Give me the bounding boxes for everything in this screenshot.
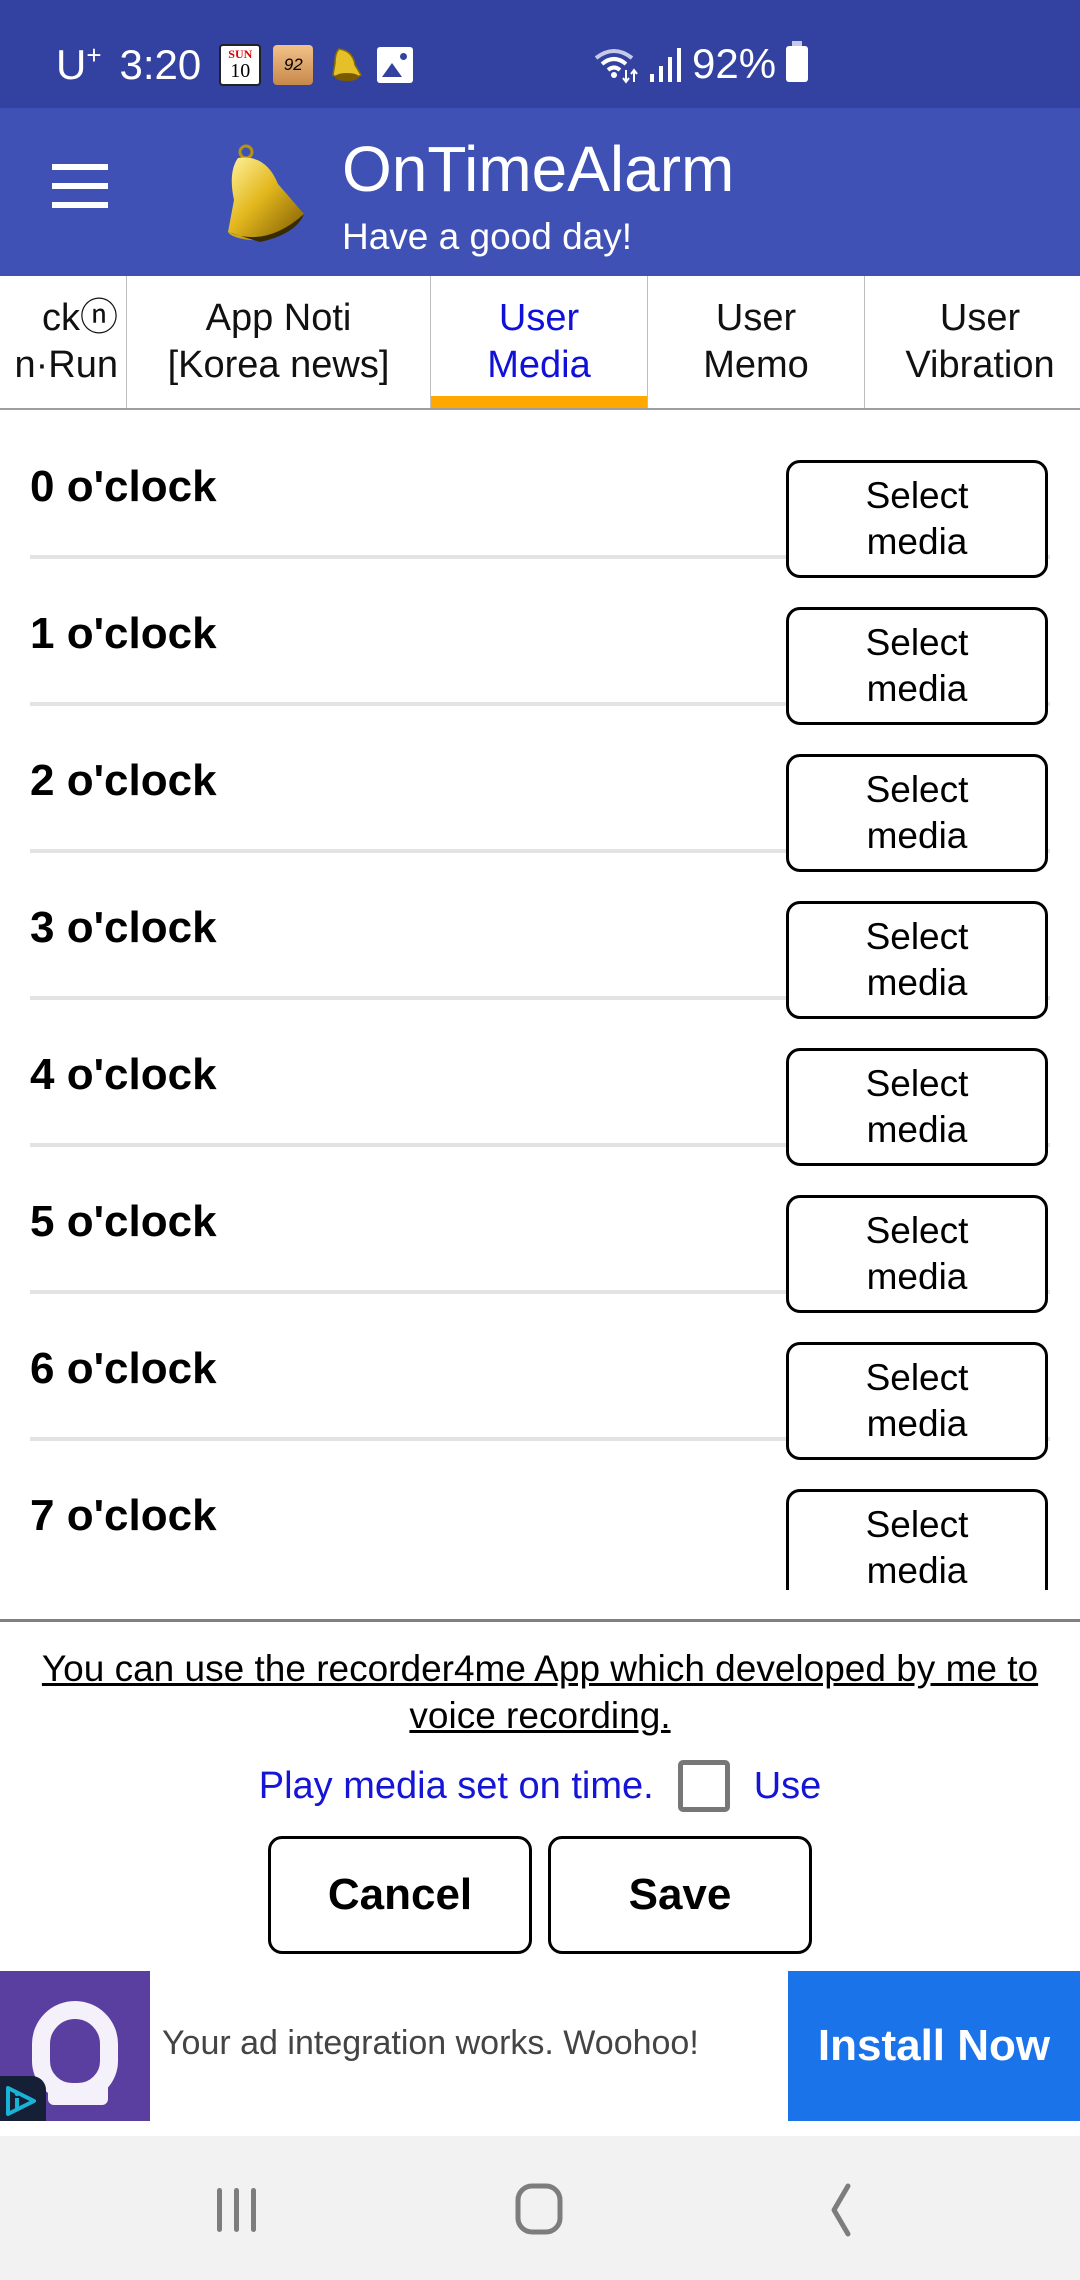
ad-text[interactable]: Your ad integration works. Woohoo!: [162, 2024, 699, 2063]
list-item: 1 o'clock Select media: [30, 559, 1050, 725]
hour-label: 1 o'clock: [30, 609, 217, 658]
app-title: OnTimeAlarm: [342, 133, 735, 205]
tab-app-noti[interactable]: App Noti [Korea news]: [127, 276, 431, 408]
home-icon[interactable]: [510, 2180, 570, 2240]
tab-user-media[interactable]: User Media: [431, 276, 648, 408]
recent-apps-icon[interactable]: [207, 2180, 267, 2240]
menu-icon-line: [52, 202, 108, 208]
badge-92-icon: 92: [273, 44, 314, 85]
hour-label: 6 o'clock: [30, 1344, 217, 1393]
hour-label: 2 o'clock: [30, 756, 217, 805]
ad-choices-icon[interactable]: [0, 2076, 46, 2121]
hour-label: 3 o'clock: [30, 903, 217, 952]
hour-label: 4 o'clock: [30, 1050, 217, 1099]
play-media-label: Play media set on time.: [258, 1764, 654, 1807]
use-checkbox[interactable]: [677, 1760, 730, 1812]
divider: [0, 1619, 1080, 1622]
list-item: 3 o'clock Select media: [30, 853, 1050, 1019]
ad-app-icon[interactable]: [0, 1971, 150, 2121]
list-item: 6 o'clock Select media: [30, 1294, 1050, 1460]
battery-percent: 92%: [692, 40, 777, 87]
list-item: 0 o'clock Select media: [30, 412, 1050, 578]
back-icon[interactable]: [810, 2180, 870, 2240]
carrier-label: U+: [56, 40, 102, 89]
status-right: 92%: [592, 40, 809, 88]
list-item: 4 o'clock Select media: [30, 1000, 1050, 1166]
bell-icon: [332, 47, 363, 81]
hour-list[interactable]: 0 o'clock Select media 1 o'clock Select …: [0, 412, 1080, 1590]
calendar-day-num: 10: [230, 60, 251, 82]
tab-user-memo[interactable]: User Memo: [648, 276, 865, 408]
save-button[interactable]: Save: [548, 1836, 812, 1954]
menu-icon-line: [52, 164, 108, 170]
status-bar: U+ 3:20 SUN 10 92 92%: [0, 0, 1080, 108]
carrier-sup: +: [86, 40, 102, 70]
image-icon: [377, 46, 414, 83]
system-nav-bar: [0, 2136, 1080, 2280]
tab-user-vibration[interactable]: User Vibration: [865, 276, 1080, 408]
action-buttons: Cancel Save: [268, 1836, 812, 1954]
hour-label: 0 o'clock: [30, 462, 217, 511]
status-time: 3:20: [119, 40, 202, 88]
hour-label: 7 o'clock: [30, 1491, 217, 1540]
app-subtitle: Have a good day!: [342, 216, 633, 257]
menu-icon-line: [52, 183, 108, 189]
install-now-button[interactable]: Install Now: [788, 1971, 1080, 2121]
tab-bar: ckⓝ n·Run App Noti [Korea news] User Med…: [0, 276, 1080, 410]
wifi-icon: [594, 49, 638, 84]
calendar-icon: SUN 10: [219, 43, 262, 86]
hour-label: 5 o'clock: [30, 1197, 217, 1246]
battery-icon: [786, 41, 809, 82]
signal-icon: [650, 48, 681, 82]
ad-banner[interactable]: Your ad integration works. Woohoo! Insta…: [0, 1971, 1080, 2121]
menu-button[interactable]: [52, 164, 112, 208]
list-item: 2 o'clock Select media: [30, 706, 1050, 872]
list-item: 5 o'clock Select media: [30, 1147, 1050, 1313]
ad-logo-tail: [48, 2083, 108, 2105]
status-left: U+ 3:20 SUN 10 92: [56, 40, 414, 89]
cancel-button[interactable]: Cancel: [268, 1836, 532, 1954]
app-bar: OnTimeAlarm Have a good day!: [0, 108, 1080, 276]
list-item: 7 o'clock Select media: [30, 1441, 1050, 1590]
play-media-row: Play media set on time. Use: [0, 1760, 1080, 1812]
use-label[interactable]: Use: [754, 1765, 822, 1808]
tab-check-run[interactable]: ckⓝ n·Run: [0, 276, 127, 408]
carrier-text: U: [56, 41, 87, 88]
recorder4me-link[interactable]: You can use the recorder4me App which de…: [0, 1645, 1080, 1739]
bell-logo-icon: [228, 144, 304, 242]
select-media-button[interactable]: Select media: [786, 1489, 1048, 1590]
